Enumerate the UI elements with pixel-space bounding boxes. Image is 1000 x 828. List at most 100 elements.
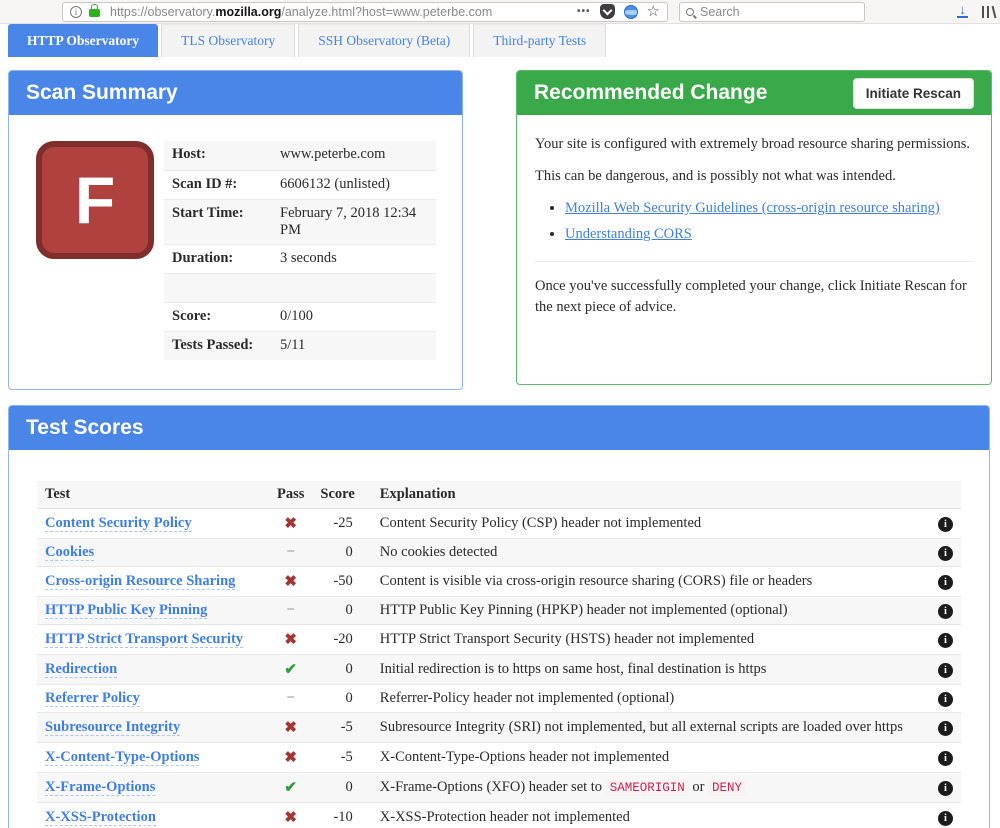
summary-value <box>280 279 428 297</box>
table-row: HTTP Strict Transport Security✖-20HTTP S… <box>37 625 961 655</box>
secure-lock-icon[interactable] <box>89 9 100 17</box>
bookmark-star-icon[interactable]: ☆ <box>647 5 660 19</box>
test-link[interactable]: X-XSS-Protection <box>45 809 156 826</box>
explanation-text: Content is visible via cross-origin reso… <box>363 567 930 597</box>
score-value: -25 <box>312 509 362 539</box>
score-value: -5 <box>312 743 362 773</box>
column-test: Test <box>37 481 269 509</box>
info-icon[interactable]: i <box>938 751 953 766</box>
table-row: X-XSS-Protection✖-10X-XSS-Protection hea… <box>37 803 961 828</box>
extension-globe-icon[interactable] <box>624 5 638 19</box>
recommendation-text-2: This can be dangerous, and is possibly n… <box>535 166 973 187</box>
initiate-rescan-button[interactable]: Initiate Rescan <box>853 78 974 109</box>
info-icon[interactable]: i <box>938 575 953 590</box>
neutral-icon: − <box>286 690 295 706</box>
scan-summary-panel: Scan Summary F Host:www.peterbe.comScan … <box>8 70 463 390</box>
summary-value: 6606132 (unlisted) <box>280 176 428 194</box>
tab-ssh-observatory-beta[interactable]: SSH Observatory (Beta) <box>298 24 470 57</box>
url-bar[interactable]: i https://observatory.mozilla.org/analyz… <box>62 2 668 22</box>
fail-icon: ✖ <box>284 516 297 532</box>
test-link[interactable]: X-Content-Type-Options <box>45 749 199 766</box>
explanation-text: Initial redirection is to https on same … <box>363 655 930 685</box>
info-icon[interactable]: i <box>938 517 953 532</box>
explanation-text: X-Frame-Options (XFO) header set to SAME… <box>363 773 930 803</box>
info-icon[interactable]: i <box>938 692 953 707</box>
summary-value: 5/11 <box>280 337 428 355</box>
explanation-text: Referrer-Policy header not implemented (… <box>363 685 930 713</box>
tab-http-observatory[interactable]: HTTP Observatory <box>8 24 158 57</box>
recommended-change-title: Recommended Change <box>534 81 767 105</box>
code-value: SAMEORIGIN <box>606 780 689 796</box>
library-icon[interactable] <box>980 4 998 20</box>
summary-label: Tests Passed: <box>172 337 280 355</box>
score-value: 0 <box>312 685 362 713</box>
guidelines-link[interactable]: Mozilla Web Security Guidelines (cross-o… <box>565 200 940 216</box>
test-link[interactable]: Content Security Policy <box>45 515 192 532</box>
column-score: Score <box>312 481 362 509</box>
test-link[interactable]: Cookies <box>45 544 94 561</box>
summary-value: www.peterbe.com <box>280 146 428 165</box>
summary-row: Score:0/100 <box>164 302 436 331</box>
info-icon[interactable]: i <box>938 811 953 826</box>
test-link[interactable]: HTTP Strict Transport Security <box>45 631 243 648</box>
test-link[interactable]: X-Frame-Options <box>45 779 155 796</box>
table-row: Content Security Policy✖-25Content Secur… <box>37 509 961 539</box>
test-scores-title: Test Scores <box>26 416 144 440</box>
recommended-change-header: Recommended Change Initiate Rescan <box>517 71 991 115</box>
test-link[interactable]: Referrer Policy <box>45 690 140 707</box>
info-icon[interactable]: i <box>938 546 953 561</box>
url-path: /analyze.html?host=www.peterbe.com <box>281 5 492 19</box>
neutral-icon: − <box>286 602 295 618</box>
info-icon[interactable]: i <box>938 721 953 736</box>
table-row: Cross-origin Resource Sharing✖-50Content… <box>37 567 961 597</box>
search-input[interactable] <box>700 5 840 19</box>
fail-icon: ✖ <box>284 720 297 736</box>
recommendation-links: Mozilla Web Security Guidelines (cross-o… <box>565 198 973 245</box>
score-value: -5 <box>312 713 362 743</box>
recommendation-text-3: Once you've successfully completed your … <box>535 276 973 318</box>
summary-row: Start Time:February 7, 2018 12:34 PM <box>164 199 436 244</box>
table-header-row: Test Pass Score Explanation <box>37 481 961 509</box>
summary-row: Tests Passed:5/11 <box>164 331 436 360</box>
pass-icon: ✔ <box>284 780 297 796</box>
summary-label: Score: <box>172 308 280 326</box>
score-value: 0 <box>312 539 362 567</box>
search-bar[interactable] <box>679 2 865 22</box>
info-icon[interactable]: i <box>938 663 953 678</box>
summary-value: 0/100 <box>280 308 428 326</box>
tab-third-party-tests[interactable]: Third-party Tests <box>473 24 606 57</box>
explanation-text: No cookies detected <box>363 539 930 567</box>
score-value: -50 <box>312 567 362 597</box>
score-value: -10 <box>312 803 362 828</box>
list-item: Mozilla Web Security Guidelines (cross-o… <box>565 198 973 219</box>
summary-row: Duration:3 seconds <box>164 244 436 273</box>
explanation-text: HTTP Strict Transport Security (HSTS) he… <box>363 625 930 655</box>
test-link[interactable]: Subresource Integrity <box>45 719 180 736</box>
browser-toolbar: i https://observatory.mozilla.org/analyz… <box>0 0 1000 24</box>
page-actions-icon[interactable]: ••• <box>577 6 591 17</box>
grade-badge: F <box>36 141 154 259</box>
recommendation-text-1: Your site is configured with extremely b… <box>535 134 973 155</box>
table-row: Redirection✔0Initial redirection is to h… <box>37 655 961 685</box>
downloads-icon[interactable]: ↓ <box>957 5 968 18</box>
test-scores-table: Test Pass Score Explanation Content Secu… <box>37 481 961 828</box>
score-value: 0 <box>312 773 362 803</box>
tab-tls-observatory[interactable]: TLS Observatory <box>161 24 295 57</box>
url-text: https://observatory.mozilla.org/analyze.… <box>110 5 492 19</box>
divider <box>535 261 973 262</box>
test-link[interactable]: Redirection <box>45 661 117 678</box>
info-icon[interactable]: i <box>938 781 953 796</box>
neutral-icon: − <box>286 544 295 560</box>
pocket-icon[interactable] <box>600 4 615 19</box>
summary-value: February 7, 2018 12:34 PM <box>280 205 428 239</box>
summary-row: Scan ID #:6606132 (unlisted) <box>164 170 436 199</box>
info-icon[interactable]: i <box>938 604 953 619</box>
summary-label: Scan ID #: <box>172 176 280 194</box>
site-info-icon[interactable]: i <box>70 6 82 18</box>
fail-icon: ✖ <box>284 810 297 826</box>
table-row: X-Content-Type-Options✖-5X-Content-Type-… <box>37 743 961 773</box>
test-link[interactable]: Cross-origin Resource Sharing <box>45 573 235 590</box>
info-icon[interactable]: i <box>938 633 953 648</box>
test-link[interactable]: HTTP Public Key Pinning <box>45 602 207 619</box>
understanding-cors-link[interactable]: Understanding CORS <box>565 226 692 242</box>
